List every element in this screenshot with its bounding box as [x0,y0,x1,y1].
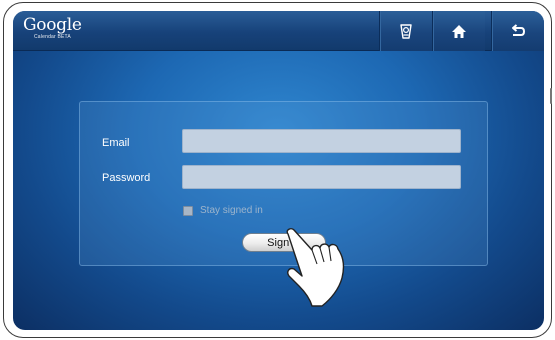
device-frame: Google Calendar BETA Email Password Stay… [3,2,552,338]
app-logo: Google Calendar BETA [23,16,82,40]
email-label: Email [102,137,130,149]
password-field[interactable] [182,165,461,189]
top-bar: Google Calendar BETA [13,11,544,51]
side-edge-mark [550,88,552,104]
login-panel: Email Password Stay signed in Sign in [79,101,488,307]
back-button[interactable] [491,11,544,51]
password-label: Password [102,172,151,184]
screen: Google Calendar BETA Email Password Stay… [13,11,544,330]
tap-hand-icon [284,226,350,313]
stay-signed-in-option[interactable]: Stay signed in [183,205,263,216]
back-arrow-icon [510,24,526,38]
email-field[interactable] [182,129,461,153]
home-button[interactable] [432,11,485,51]
stay-signed-in-label: Stay signed in [200,205,263,216]
home-icon [451,24,467,39]
stay-signed-in-checkbox[interactable] [183,205,193,216]
brand-subtitle: Calendar BETA [34,34,71,40]
task-manager-button[interactable] [379,11,432,51]
task-manager-icon [399,23,413,39]
brand-name: Google [23,15,82,35]
